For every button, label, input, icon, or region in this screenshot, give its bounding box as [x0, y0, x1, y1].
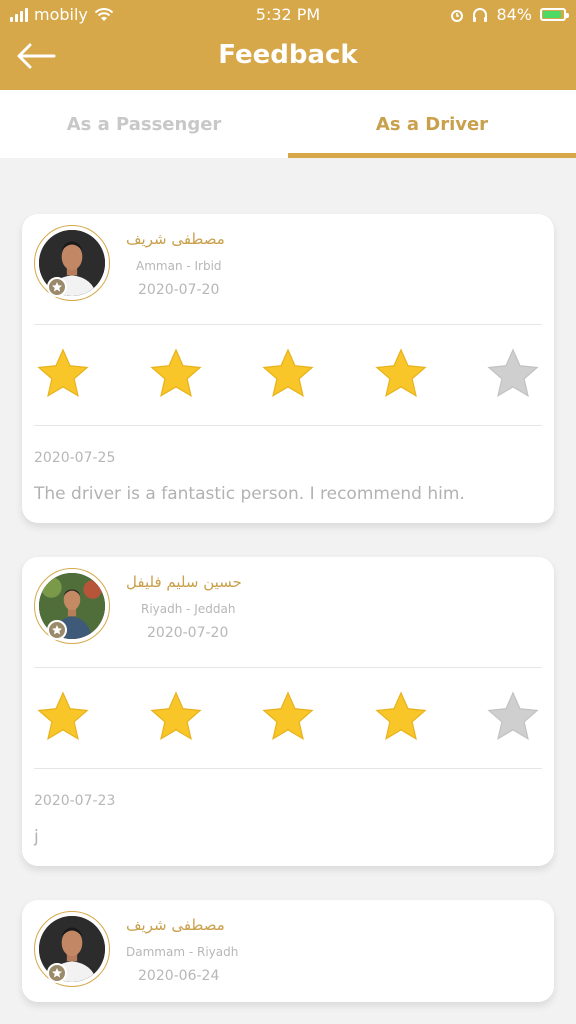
rider-name: مصطفى شريف: [126, 230, 225, 248]
status-bar: mobily 5:32 PM 84%: [0, 0, 576, 30]
review-date: 2020-07-23: [34, 793, 116, 809]
tab-as-passenger[interactable]: As a Passenger: [0, 90, 288, 158]
tab-as-driver[interactable]: As a Driver: [288, 90, 576, 158]
star-icon: [262, 691, 314, 740]
review-comment: j: [34, 827, 39, 847]
trip-route: Riyadh - Jeddah: [141, 602, 236, 616]
divider: [34, 768, 542, 769]
star-icon: [149, 691, 202, 740]
rating-stars: [34, 345, 542, 405]
feedback-card: حسين سليم فليفل Riyadh - Jeddah 2020-07-…: [22, 557, 554, 866]
rider-name: مصطفى شريف: [126, 916, 225, 934]
trip-route: Amman - Irbid: [136, 259, 222, 273]
star-icon: [487, 348, 539, 397]
page-title: Feedback: [218, 40, 358, 70]
divider: [34, 324, 542, 325]
star-badge-icon: [47, 963, 67, 983]
star-icon: [149, 348, 202, 397]
trip-route: Dammam - Riyadh: [126, 945, 239, 959]
star-icon: [37, 348, 89, 397]
star-badge-icon: [47, 277, 67, 297]
headphones-icon: [473, 7, 488, 22]
avatar: [34, 911, 110, 987]
battery-icon: [540, 8, 569, 21]
feedback-card: مصطفى شريف Amman - Irbid 2020-07-20 2020…: [22, 214, 554, 523]
review-date: 2020-07-25: [34, 450, 116, 466]
divider: [34, 667, 542, 668]
star-icon: [374, 691, 427, 740]
avatar: [34, 568, 110, 644]
battery-percent: 84%: [496, 5, 532, 24]
avatar: [34, 225, 110, 301]
alarm-icon: [451, 9, 464, 22]
star-icon: [37, 691, 89, 740]
feedback-card: مصطفى شريف Dammam - Riyadh 2020-06-24: [22, 900, 554, 1002]
star-icon: [487, 691, 539, 740]
divider: [34, 425, 542, 426]
trip-date: 2020-07-20: [147, 625, 229, 641]
star-icon: [374, 348, 427, 397]
star-badge-icon: [47, 620, 67, 640]
star-icon: [262, 348, 314, 397]
rider-name: حسين سليم فليفل: [126, 573, 242, 591]
rating-stars: [34, 688, 542, 748]
trip-date: 2020-06-24: [138, 968, 220, 984]
review-comment: The driver is a fantastic person. I reco…: [34, 484, 465, 504]
app-header: mobily 5:32 PM 84% Feedback: [0, 0, 576, 90]
trip-date: 2020-07-20: [138, 282, 220, 298]
feedback-list: مصطفى شريف Amman - Irbid 2020-07-20 2020…: [22, 214, 554, 1024]
tab-bar: As a Passenger As a Driver: [0, 90, 576, 158]
